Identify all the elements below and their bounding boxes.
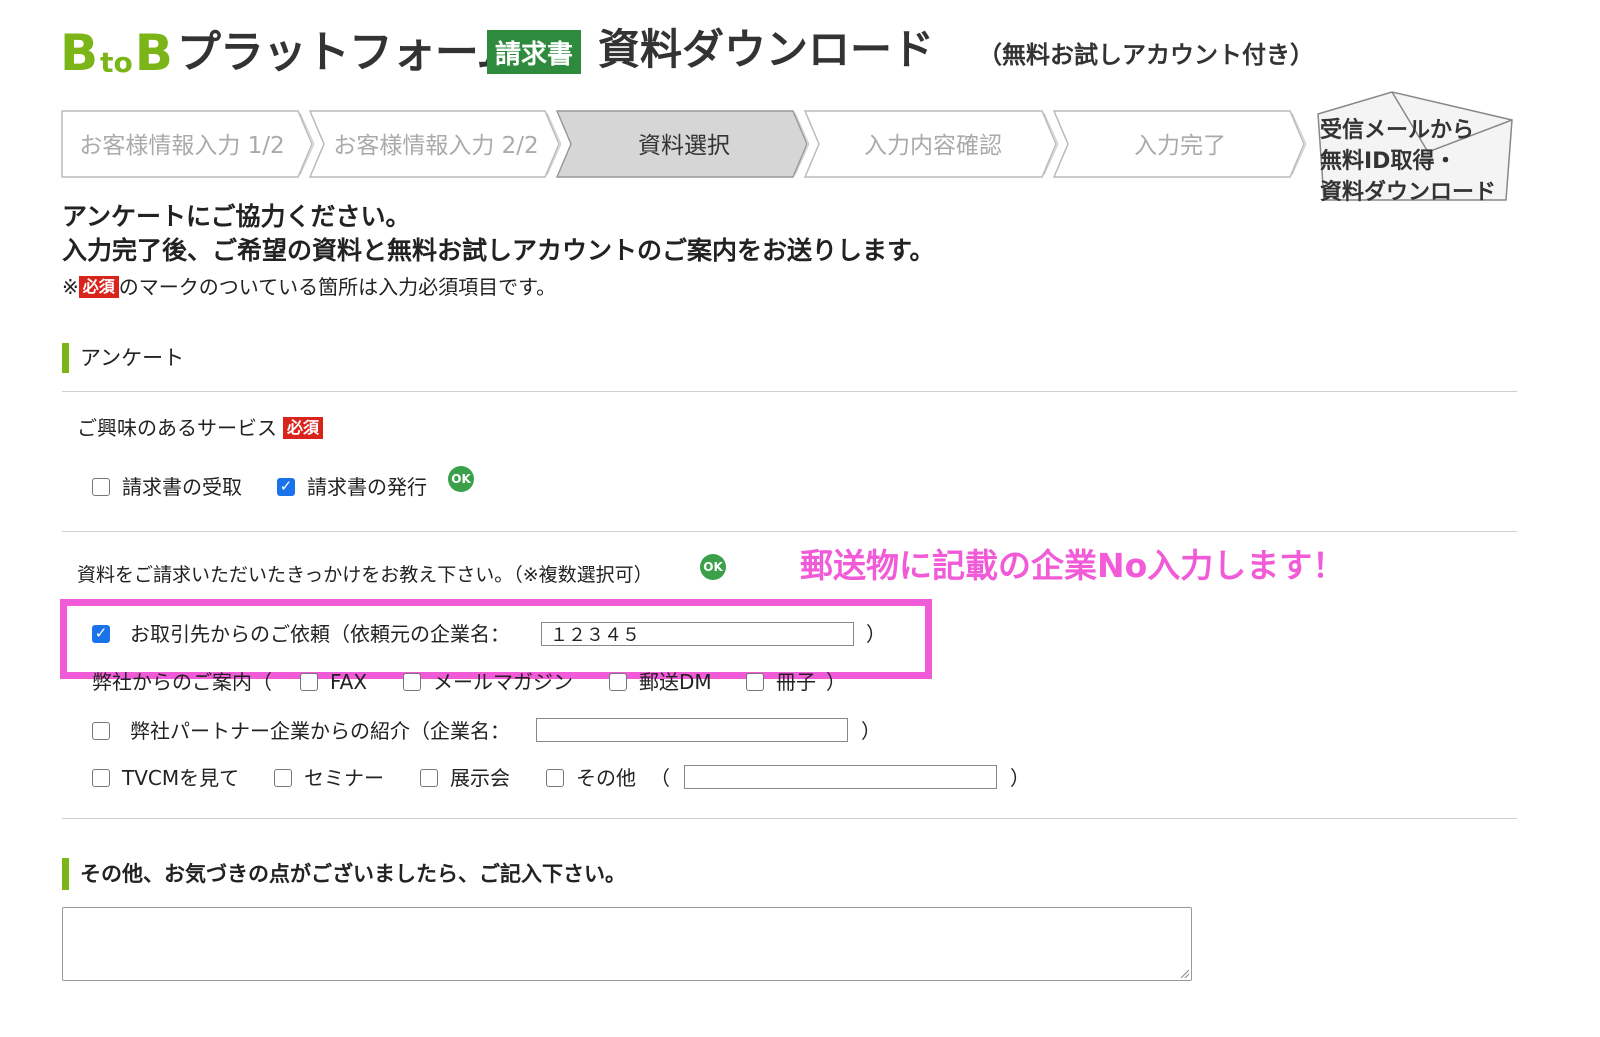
ok-check-icon: OK (448, 466, 474, 492)
section-title-comments: その他、お気づきの点がございましたら、ご記入下さい。 (80, 862, 626, 886)
intro-description: 入力完了後、ご希望の資料と無料お試しアカウントのご案内をお送りします。 (62, 236, 935, 265)
note-prefix: ※ (62, 275, 79, 299)
checkbox-postal-dm[interactable] (609, 673, 627, 691)
paren-close: ） (861, 719, 881, 743)
divider (62, 391, 1517, 392)
resize-handle-icon[interactable] (1179, 968, 1189, 978)
section-title-survey: アンケート (80, 346, 185, 370)
checkbox-client-request[interactable] (92, 625, 110, 643)
step-complete: 入力完了 (1134, 133, 1226, 159)
checkbox-fax[interactable] (300, 673, 318, 691)
paren-close: ） (1010, 766, 1030, 790)
option-issue-invoice[interactable]: 請求書の発行 (307, 472, 427, 502)
checkbox-receive-invoice[interactable] (92, 478, 110, 496)
option-postal-dm[interactable]: 郵送DM (639, 667, 712, 697)
annotation-callout: 郵送物に記載の企業No入力します！ (800, 546, 1346, 585)
option-receive-invoice[interactable]: 請求書の受取 (122, 472, 242, 502)
step-confirm: 入力内容確認 (864, 133, 1002, 159)
option-seminar[interactable]: セミナー (304, 763, 384, 793)
checkbox-booklet[interactable] (746, 673, 764, 691)
section-marker (62, 858, 69, 890)
q1-label: ご興味のあるサービス 必須 (77, 413, 324, 443)
step-customer-info-2: お客様情報入力 2/2 (333, 133, 539, 159)
option-partner-referral[interactable]: 弊社パートナー企業からの紹介（企業名： (130, 716, 510, 746)
divider (62, 531, 1517, 532)
envelope-line: 資料ダウンロード (1320, 180, 1497, 205)
paren-open: （ (650, 766, 670, 790)
step-customer-info-1: お客様情報入力 1/2 (79, 133, 285, 159)
divider (62, 818, 1517, 819)
partner-company-input[interactable] (536, 718, 848, 742)
checkbox-partner-referral[interactable] (92, 722, 110, 740)
checkbox-seminar[interactable] (274, 769, 292, 787)
required-note: ※ 必須 のマークのついている箇所は入力必須項目です。 (62, 272, 556, 302)
option-client-request[interactable]: お取引先からのご依頼（依頼元の企業名： (130, 619, 510, 649)
checkbox-issue-invoice[interactable] (277, 478, 295, 496)
checkbox-exhibition[interactable] (420, 769, 438, 787)
option-booklet[interactable]: 冊子 (776, 667, 816, 697)
intro-heading: アンケートにご協力ください。 (62, 202, 411, 231)
paren-close: ） (826, 670, 846, 694)
envelope-line: 受信メールから (1320, 118, 1475, 143)
option-fax[interactable]: FAX (330, 667, 367, 697)
comments-textarea[interactable] (62, 907, 1192, 981)
option-other[interactable]: その他 (576, 763, 636, 793)
envelope-caption: 受信メールから 無料ID取得・ 資料ダウンロード (1320, 115, 1496, 208)
checkbox-other[interactable] (546, 769, 564, 787)
checkbox-mail-magazine[interactable] (403, 673, 421, 691)
option-tvcm[interactable]: TVCMを見て (122, 763, 239, 793)
checkbox-tvcm[interactable] (92, 769, 110, 787)
ok-check-icon: OK (700, 554, 726, 580)
client-company-input[interactable] (541, 622, 854, 646)
paren-close: ） (866, 622, 886, 646)
q1-label-text: ご興味のあるサービス (77, 416, 277, 440)
q2-label: 資料をご請求いただいたきっかけをお教え下さい。（※複数選択可） (77, 564, 653, 586)
required-badge: 必須 (283, 417, 324, 439)
required-badge: 必須 (78, 276, 119, 298)
step-material-select: 資料選択 (638, 133, 730, 159)
option-exhibition[interactable]: 展示会 (450, 763, 510, 793)
section-marker (62, 343, 69, 373)
option-our-guidance-label: 弊社からのご案内（ (92, 670, 272, 694)
other-reason-input[interactable] (684, 765, 997, 789)
note-text: のマークのついている箇所は入力必須項目です。 (118, 275, 557, 299)
option-mail-magazine[interactable]: メールマガジン (433, 667, 573, 697)
envelope-line: 無料ID取得・ (1320, 149, 1457, 174)
